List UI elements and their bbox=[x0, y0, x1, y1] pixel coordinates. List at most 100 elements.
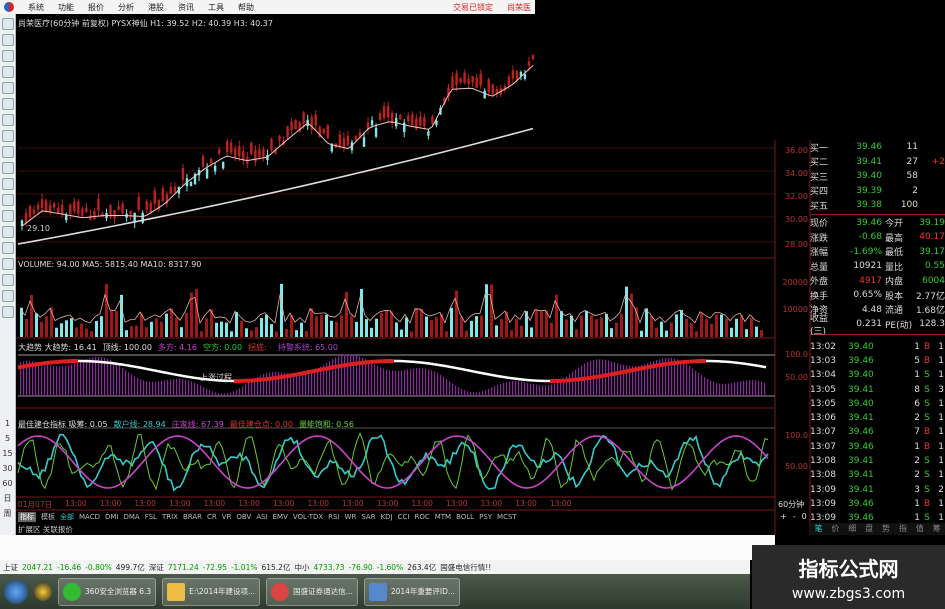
indicator-tab[interactable]: 全部 bbox=[60, 512, 74, 522]
menu-item[interactable]: 分析 bbox=[118, 2, 134, 13]
toolbar-tool-icon[interactable] bbox=[2, 306, 14, 318]
toolbar-tool-icon[interactable] bbox=[2, 114, 14, 126]
taskbar-item-doc[interactable]: 2014年重要评ID... bbox=[363, 577, 461, 606]
period-button[interactable]: 60 bbox=[0, 476, 15, 491]
indicator-tab[interactable]: CCI bbox=[398, 513, 410, 521]
volume-bar bbox=[300, 322, 303, 337]
qq-icon[interactable] bbox=[34, 582, 52, 601]
zoom-reset-button[interactable]: 0 bbox=[802, 512, 807, 521]
ind1-histogram-bar bbox=[248, 382, 250, 396]
taskbar-item-folder[interactable]: E:\2014年建设项... bbox=[162, 577, 261, 606]
ind2-axis-label: 100.0 bbox=[785, 431, 808, 440]
period-button[interactable]: 5 bbox=[0, 431, 15, 446]
toolbar-tool-icon[interactable] bbox=[2, 290, 14, 302]
ind1-histogram-bar bbox=[41, 363, 43, 396]
toolbar-tool-icon[interactable] bbox=[2, 178, 14, 190]
right-panel-tab[interactable]: 指 bbox=[899, 523, 907, 535]
tick-time: 13:02 bbox=[810, 341, 836, 352]
indicator-tab[interactable]: BRAR bbox=[183, 513, 202, 521]
trend-line-segment bbox=[269, 376, 275, 381]
toolbar-tool-icon[interactable] bbox=[2, 146, 14, 158]
indicator-tab[interactable]: KDJ bbox=[381, 513, 393, 521]
tick-count: 1 bbox=[938, 341, 944, 352]
status-item: -1.60% bbox=[376, 562, 404, 572]
volume-bar bbox=[145, 327, 148, 337]
candle-body bbox=[294, 119, 297, 130]
taskbar-item-browser[interactable]: 360安全浏览器 6.3 bbox=[58, 577, 157, 606]
ind1-histogram-bar bbox=[185, 379, 187, 396]
toolbar-tool-icon[interactable] bbox=[2, 66, 14, 78]
right-panel-tab[interactable]: 筹 bbox=[933, 523, 941, 535]
toolbar-tool-icon[interactable] bbox=[2, 50, 14, 62]
indicator-tab[interactable]: ASI bbox=[256, 513, 267, 521]
bid-volume: 100 bbox=[900, 200, 918, 211]
right-panel-tab[interactable]: 价 bbox=[831, 523, 839, 535]
toolbar-tool-icon[interactable] bbox=[2, 242, 14, 254]
right-panel-tab[interactable]: 盘 bbox=[865, 523, 873, 535]
indicator-tab[interactable]: 指标 bbox=[18, 512, 36, 522]
indicator-tab[interactable]: CR bbox=[207, 513, 217, 521]
period-button[interactable]: 周 bbox=[0, 506, 15, 521]
toolbar-tool-icon[interactable] bbox=[2, 258, 14, 270]
indicator-tab[interactable]: 模板 bbox=[41, 512, 55, 522]
toolbar-tool-icon[interactable] bbox=[2, 162, 14, 174]
right-panel-tab[interactable]: 值 bbox=[916, 523, 924, 535]
indicator-tab[interactable]: MTM bbox=[435, 513, 451, 521]
taskbar-item-tdx[interactable]: 国盛证券通达信... bbox=[266, 577, 358, 606]
menu-item[interactable]: 功能 bbox=[58, 2, 74, 13]
indicator-tab[interactable]: MCST bbox=[497, 513, 517, 521]
indicator-tab[interactable]: SAR bbox=[361, 513, 375, 521]
candle-body bbox=[230, 142, 233, 153]
indicator-tab[interactable]: RSI bbox=[328, 513, 339, 521]
toolbar-tool-icon[interactable] bbox=[2, 226, 14, 238]
menu-item[interactable]: 系统 bbox=[28, 2, 44, 13]
period-label[interactable]: 60分钟 bbox=[778, 499, 804, 510]
toolbar-tool-icon[interactable] bbox=[2, 82, 14, 94]
period-button[interactable]: 日 bbox=[0, 491, 15, 506]
indicator-tab[interactable]: VR bbox=[222, 513, 232, 521]
menu-item[interactable]: 帮助 bbox=[238, 2, 254, 13]
menu-item[interactable]: 工具 bbox=[208, 2, 224, 13]
candle-body bbox=[286, 126, 289, 138]
trend-line-segment bbox=[481, 371, 487, 376]
indicator-tab[interactable]: FSL bbox=[145, 513, 157, 521]
indicator-tab[interactable]: VOL-TDX bbox=[293, 513, 323, 521]
menu-item[interactable]: 资讯 bbox=[178, 2, 194, 13]
indicator-tab[interactable]: ROC bbox=[414, 513, 429, 521]
menu-item[interactable]: 港股 bbox=[148, 2, 164, 13]
ind1-histogram-bar bbox=[479, 391, 481, 396]
menu-item[interactable]: 报价 bbox=[88, 2, 104, 13]
right-panel-tab[interactable]: 势 bbox=[882, 523, 890, 535]
period-button[interactable]: 30 bbox=[0, 461, 15, 476]
zoom-out-button[interactable]: - bbox=[793, 512, 796, 521]
lock-status[interactable]: 交易已锁定 bbox=[453, 2, 493, 13]
toolbar-tool-icon[interactable] bbox=[2, 18, 14, 30]
indicator-tab[interactable]: PSY bbox=[479, 513, 492, 521]
start-button-icon[interactable] bbox=[4, 579, 28, 604]
volume-bar bbox=[155, 318, 158, 337]
toolbar-tool-icon[interactable] bbox=[2, 34, 14, 46]
right-panel-tab[interactable]: 细 bbox=[848, 523, 856, 535]
toolbar-tool-icon[interactable] bbox=[2, 130, 14, 142]
ind1-histogram-bar bbox=[374, 364, 376, 396]
stock-tab[interactable]: 尚荣医 bbox=[507, 2, 531, 13]
period-button[interactable]: 15 bbox=[0, 446, 15, 461]
extension-bar[interactable]: 扩展区 关联报价 bbox=[16, 524, 73, 535]
period-button[interactable]: 1 bbox=[0, 416, 15, 431]
indicator-tab[interactable]: BOLL bbox=[456, 513, 474, 521]
indicator-tab[interactable]: DMA bbox=[123, 513, 139, 521]
indicator-tab[interactable]: WR bbox=[345, 513, 357, 521]
toolbar-tool-icon[interactable] bbox=[2, 210, 14, 222]
indicator-tab[interactable]: EMV bbox=[273, 513, 288, 521]
candle-body bbox=[93, 211, 96, 220]
indicator-tab[interactable]: MACD bbox=[79, 513, 100, 521]
candle-body bbox=[258, 149, 261, 157]
indicator-tab[interactable]: TRIX bbox=[162, 513, 178, 521]
zoom-in-button[interactable]: + bbox=[780, 512, 787, 521]
toolbar-tool-icon[interactable] bbox=[2, 274, 14, 286]
indicator-tab[interactable]: OBV bbox=[236, 513, 251, 521]
toolbar-tool-icon[interactable] bbox=[2, 194, 14, 206]
toolbar-tool-icon[interactable] bbox=[2, 98, 14, 110]
right-panel-tab[interactable]: 笔 bbox=[814, 523, 822, 535]
indicator-tab[interactable]: DMI bbox=[105, 513, 119, 521]
